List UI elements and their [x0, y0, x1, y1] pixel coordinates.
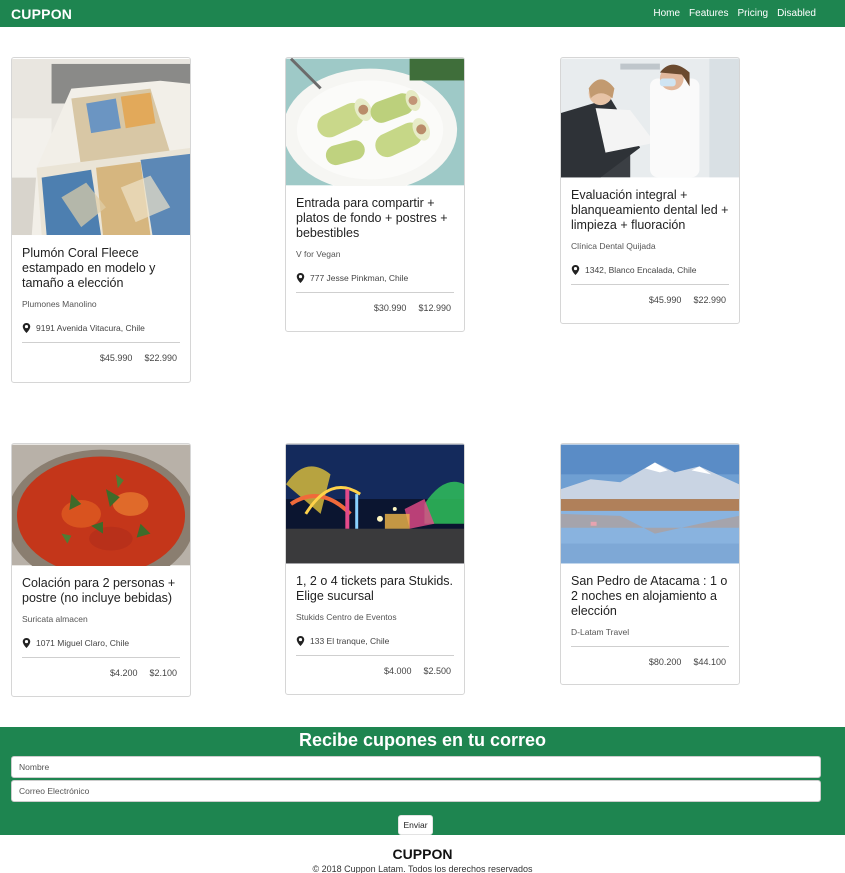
location-text: 777 Jesse Pinkman, Chile — [310, 273, 409, 283]
deal-card[interactable]: Entrada para compartir + platos de fondo… — [285, 57, 465, 332]
deal-title[interactable]: Colación para 2 personas + postre (no in… — [22, 576, 180, 606]
deal-card[interactable]: San Pedro de Atacama : 1 o 2 noches en a… — [560, 443, 740, 685]
atacama-landscape-photo — [561, 444, 739, 564]
deal-card[interactable]: Plumón Coral Fleece estampado en modelo … — [11, 57, 191, 383]
deal-location: 133 El tranque, Chile — [296, 636, 454, 646]
deal-card[interactable]: 1, 2 o 4 tickets para Stukids. Elige suc… — [285, 443, 465, 695]
deal-price: $22.990 — [144, 353, 177, 363]
deal-price: $44.100 — [693, 657, 726, 667]
deal-title[interactable]: San Pedro de Atacama : 1 o 2 noches en a… — [571, 574, 729, 619]
footer-brand: CUPPON — [392, 846, 453, 862]
nav-features-link[interactable]: Features — [689, 8, 728, 19]
email-input[interactable] — [11, 780, 821, 802]
deal-title[interactable]: 1, 2 o 4 tickets para Stukids. Elige suc… — [296, 574, 454, 604]
bedding-comforter-photo — [12, 58, 190, 236]
map-pin-icon — [296, 636, 305, 646]
original-price: $45.990 — [648, 295, 682, 305]
price-row: $80.200 $44.100 — [571, 657, 729, 667]
brand-logo[interactable]: CUPPON — [11, 6, 72, 22]
map-pin-icon — [571, 265, 580, 275]
original-price: $4.000 — [383, 666, 412, 676]
original-price: $80.200 — [648, 657, 682, 667]
deal-title[interactable]: Entrada para compartir + platos de fondo… — [296, 196, 454, 241]
deal-price: $12.990 — [418, 303, 451, 313]
deal-title[interactable]: Evaluación integral + blanqueamiento den… — [571, 188, 729, 233]
deal-location: 1342, Blanco Encalada, Chile — [571, 265, 729, 275]
deal-location: 777 Jesse Pinkman, Chile — [296, 273, 454, 283]
footer-copyright: © 2018 Cuppon Latam. Todos los derechos … — [312, 864, 533, 873]
card-divider — [296, 655, 454, 656]
name-input[interactable] — [11, 756, 821, 778]
merchant-name: Plumones Manolino — [22, 299, 97, 309]
merchant-name: V for Vegan — [296, 249, 341, 259]
price-row: $45.990 $22.990 — [571, 295, 729, 305]
nav-disabled-link[interactable]: Disabled — [777, 8, 816, 19]
card-divider — [296, 292, 454, 293]
stew-photo — [12, 444, 190, 566]
price-row: $4.000 $2.500 — [296, 666, 454, 676]
map-pin-icon — [22, 323, 31, 333]
card-divider — [571, 284, 729, 285]
map-pin-icon — [22, 638, 31, 648]
deal-price: $22.990 — [693, 295, 726, 305]
location-text: 1071 Miguel Claro, Chile — [36, 638, 130, 648]
price-row: $45.990 $22.990 — [22, 353, 180, 363]
submit-button[interactable]: Enviar — [398, 815, 433, 835]
merchant-name: D-Latam Travel — [571, 627, 630, 637]
nav-home-link[interactable]: Home — [653, 8, 680, 19]
merchant-name: Stukids Centro de Eventos — [296, 612, 397, 622]
deal-location: 1071 Miguel Claro, Chile — [22, 638, 180, 648]
map-pin-icon — [296, 273, 305, 283]
newsletter-title: Recibe cupones en tu correo — [298, 730, 547, 750]
nav-links: Home Features Pricing Disabled — [653, 8, 816, 19]
original-price: $4.200 — [109, 668, 138, 678]
merchant-name: Suricata almacen — [22, 614, 88, 624]
card-divider — [22, 342, 180, 343]
deal-price: $2.100 — [149, 668, 177, 678]
card-divider — [571, 646, 729, 647]
nav-pricing-link[interactable]: Pricing — [738, 8, 769, 19]
location-text: 9191 Avenida Vitacura, Chile — [36, 323, 145, 333]
newsletter-section: Recibe cupones en tu correo Enviar — [0, 727, 845, 835]
deal-card[interactable]: Colación para 2 personas + postre (no in… — [11, 443, 191, 697]
vegan-rolls-photo — [286, 58, 464, 186]
deal-title[interactable]: Plumón Coral Fleece estampado en modelo … — [22, 246, 180, 291]
top-navbar: CUPPON Home Features Pricing Disabled — [0, 0, 845, 27]
original-price: $45.990 — [99, 353, 133, 363]
fairground-photo — [286, 444, 464, 564]
price-row: $4.200 $2.100 — [22, 668, 180, 678]
dentist-photo — [561, 58, 739, 178]
original-price: $30.990 — [373, 303, 407, 313]
location-text: 1342, Blanco Encalada, Chile — [585, 265, 697, 275]
price-row: $30.990 $12.990 — [296, 303, 454, 313]
location-text: 133 El tranque, Chile — [310, 636, 390, 646]
card-divider — [22, 657, 180, 658]
deal-card[interactable]: Evaluación integral + blanqueamiento den… — [560, 57, 740, 324]
merchant-name: Clínica Dental Quijada — [571, 241, 656, 251]
deal-location: 9191 Avenida Vitacura, Chile — [22, 323, 180, 333]
deal-price: $2.500 — [423, 666, 451, 676]
